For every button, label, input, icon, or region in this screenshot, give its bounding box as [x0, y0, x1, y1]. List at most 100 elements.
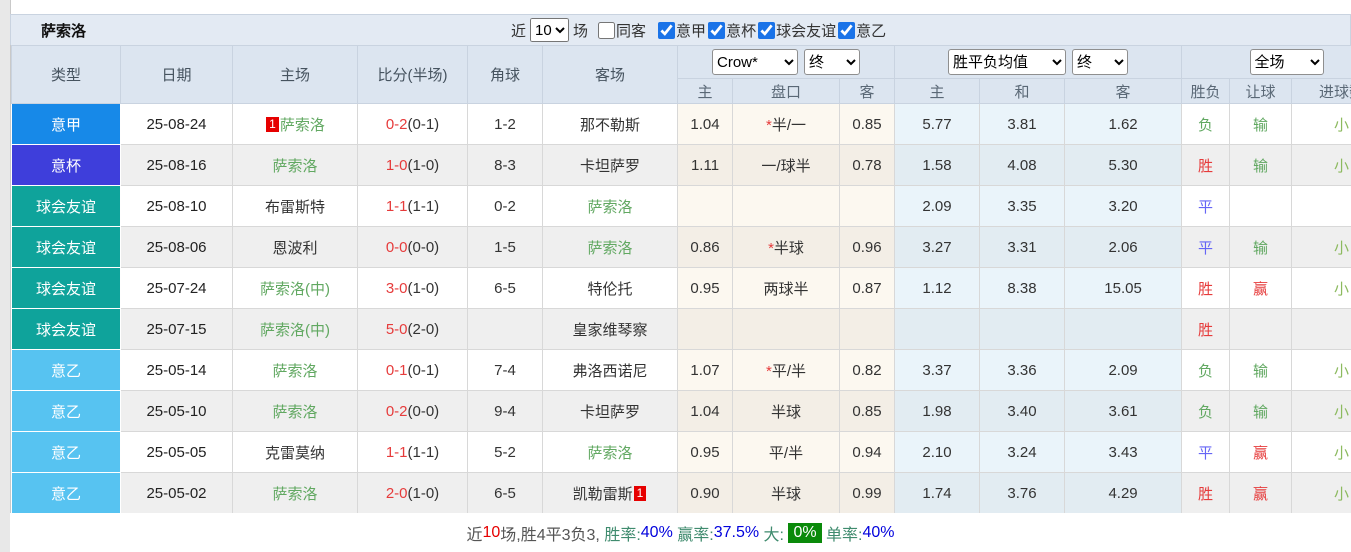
footer-near-label: 近	[466, 526, 483, 544]
league-filter[interactable]: 意杯	[708, 20, 756, 41]
avg-away-cell: 4.29	[1064, 472, 1183, 513]
home-team-cell: 萨索洛	[232, 349, 358, 391]
avg-time-select[interactable]: 终	[1072, 49, 1129, 75]
away-team-name: 弗洛西诺尼	[572, 362, 648, 380]
scope-select[interactable]: 全场	[1249, 49, 1324, 75]
footer-count: 10	[482, 523, 501, 541]
result-cell: 负	[1181, 349, 1231, 391]
odds-company-select[interactable]: Crow*	[712, 49, 799, 75]
corner-score-cell: 9-4	[467, 390, 543, 432]
avg-home-cell: 3.27	[894, 226, 981, 268]
handicap-result-cell: 赢	[1229, 472, 1293, 513]
avg-away-cell: 1.62	[1064, 103, 1183, 145]
avg-draw-cell: 3.76	[979, 472, 1066, 513]
match-table-body: 意甲 25-08-24 1 萨索洛 0-2(0-1) 1-2 那不勒斯 1.04 *半/一 0.8…	[11, 103, 1351, 513]
scope-header-group: 全场	[1181, 45, 1351, 79]
home-team-cell: 恩波利	[232, 226, 358, 268]
table-row: 球会友谊 25-07-24 萨索洛(中) 3-0(1-0) 6-5 特伦托 0.95 两球半 0…	[11, 267, 1351, 309]
score-cell: 0-2(0-0)	[357, 390, 468, 432]
league-filters: 意甲 意杯 球会友谊 意乙	[658, 20, 888, 41]
handicap-line-cell: 半球	[732, 472, 840, 513]
halftime-score: (1-1)	[407, 443, 440, 461]
corner-score-cell: 6-5	[467, 267, 543, 309]
halftime-score: (0-0)	[407, 238, 440, 256]
handicap-home-odds-cell: 1.07	[677, 349, 733, 391]
home-team-name: 恩波利	[272, 239, 318, 257]
matches-count-select[interactable]: 10	[530, 18, 570, 42]
matches-label: 场	[573, 22, 589, 40]
avg-home-cell: 3.37	[894, 349, 981, 391]
league-type-cell: 意乙	[11, 472, 121, 513]
subheader-handicap: 让球	[1229, 78, 1293, 104]
home-team-name: 布雷斯特	[264, 198, 325, 216]
home-team-name: 萨索洛	[272, 362, 318, 380]
corner-score-cell: 7-4	[467, 349, 543, 391]
match-date-cell: 25-07-15	[120, 308, 233, 350]
league-checkbox[interactable]	[708, 21, 726, 39]
filter-controls: 近 10 场 同客 意甲 意杯 球会友谊 意乙	[511, 15, 888, 45]
col-header-away: 客场	[542, 45, 678, 104]
handicap-result-cell: 赢	[1229, 267, 1293, 309]
away-team-name: 凯勒雷斯	[572, 485, 633, 503]
league-filter[interactable]: 球会友谊	[758, 20, 836, 41]
subheader-odds-away: 客	[838, 78, 896, 104]
goals-result-cell: 小	[1291, 144, 1351, 186]
goals-result-cell	[1291, 308, 1351, 350]
score-cell: 1-1(1-1)	[357, 431, 468, 473]
subheader-avg-away: 客	[1064, 78, 1183, 104]
league-filter[interactable]: 意乙	[838, 20, 886, 41]
avg-draw-cell: 3.31	[979, 226, 1066, 268]
away-team-name: 特伦托	[587, 280, 633, 298]
subheader-result: 胜负	[1181, 78, 1231, 104]
avg-away-cell: 3.20	[1064, 185, 1183, 227]
handicap-away-odds-cell: 0.87	[838, 267, 896, 309]
handicap-home-odds-cell	[677, 308, 733, 350]
big-rate-label: 大:	[763, 526, 784, 544]
away-team-name: 皇家维琴察	[572, 321, 648, 339]
score-cell: 5-0(2-0)	[357, 308, 468, 350]
goals-result-cell: 小	[1291, 390, 1351, 432]
match-date-cell: 25-05-10	[120, 390, 233, 432]
handicap-line-cell: 半球	[732, 390, 840, 432]
handicap-result-cell: 输	[1229, 349, 1293, 391]
score-cell: 0-0(0-0)	[357, 226, 468, 268]
home-team-cell: 萨索洛	[232, 390, 358, 432]
away-team-name: 萨索洛	[587, 198, 633, 216]
corner-score-cell: 6-5	[467, 472, 543, 513]
match-date-cell: 25-05-02	[120, 472, 233, 513]
table-row: 意乙 25-05-02 萨索洛 2-0(1-0) 6-5 凯勒雷斯 1 0.90 半球 0.99 1…	[11, 472, 1351, 513]
goals-result-cell: 小	[1291, 103, 1351, 145]
handicap-away-odds-cell: 0.85	[838, 390, 896, 432]
halftime-score: (1-0)	[407, 484, 440, 502]
avg-type-select[interactable]: 胜平负均值	[948, 49, 1067, 75]
top-strip	[10, 0, 1351, 14]
win-rate-label: 胜率:	[604, 526, 641, 544]
big-rate-badge: 0%	[788, 522, 822, 543]
league-filter[interactable]: 意甲	[658, 20, 706, 41]
fulltime-score: 1-0	[385, 156, 408, 174]
away-team-name: 卡坦萨罗	[579, 157, 640, 175]
home-team-name: 萨索洛	[272, 485, 318, 503]
handicap-home-odds-cell	[677, 185, 733, 227]
score-cell: 1-0(1-0)	[357, 144, 468, 186]
col-header-date: 日期	[120, 45, 233, 104]
away-team-cell: 皇家维琴察	[542, 308, 678, 350]
away-team-cell: 萨索洛	[542, 226, 678, 268]
fulltime-score: 3-0	[385, 279, 408, 297]
away-team-cell: 那不勒斯	[542, 103, 678, 145]
same-opponent-filter[interactable]: 同客	[598, 20, 646, 41]
league-checkbox[interactable]	[758, 21, 776, 39]
subheader-avg-draw: 和	[979, 78, 1066, 104]
league-checkbox[interactable]	[838, 21, 856, 39]
league-type-cell: 意杯	[11, 144, 121, 186]
league-checkbox[interactable]	[658, 21, 676, 39]
avg-away-cell: 5.30	[1064, 144, 1183, 186]
avg-home-cell: 2.10	[894, 431, 981, 473]
same-opponent-checkbox[interactable]	[598, 21, 616, 39]
odds-time-select[interactable]: 终	[804, 49, 861, 75]
avg-draw-cell: 3.36	[979, 349, 1066, 391]
match-date-cell: 25-05-14	[120, 349, 233, 391]
league-type-cell: 意乙	[11, 431, 121, 473]
avg-draw-cell: 3.35	[979, 185, 1066, 227]
match-history-page: 萨索洛 近 10 场 同客 意甲 意杯 球会友谊 意乙 类型 日期 主场 比分(…	[0, 0, 1351, 552]
